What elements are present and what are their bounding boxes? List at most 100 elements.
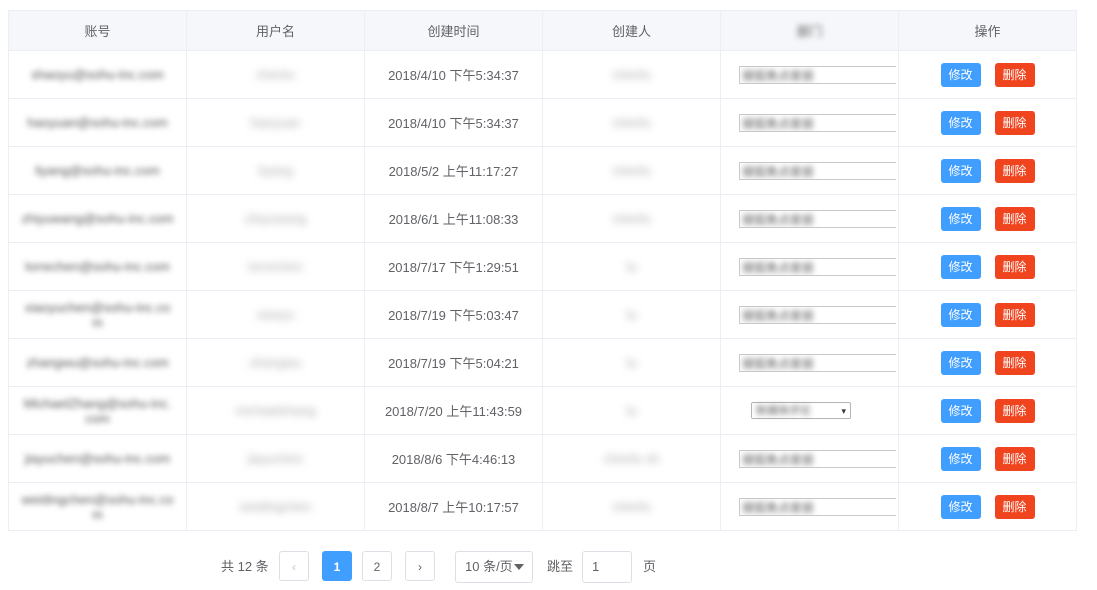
department-field[interactable]: 搜狐焦点家居	[739, 305, 896, 324]
prev-page-button[interactable]: ‹	[279, 551, 309, 581]
department-cell: 搜狐焦点家居	[720, 290, 899, 339]
department-cell: 搜狐焦点家居	[720, 482, 899, 531]
username-text: weidingchen	[239, 499, 312, 514]
created-at-cell: 2018/5/2 上午11:17:27	[364, 146, 543, 195]
delete-button[interactable]: 删除	[994, 350, 1035, 375]
department-field[interactable]: 搜狐焦点家居	[739, 497, 896, 516]
department-select[interactable]: 新媒体评论 ▾	[751, 402, 851, 419]
jump-page-input[interactable]: 1	[582, 551, 632, 583]
created-at-cell: 2018/8/6 下午4:46:13	[364, 434, 543, 483]
department-field[interactable]: 搜狐焦点家居	[739, 257, 896, 276]
department-value: 搜狐焦点家居	[742, 260, 815, 275]
department-cell: 搜狐焦点家居	[720, 146, 899, 195]
table-row: weidingchen@sohu-inc.com weidingchen 2018/…	[8, 482, 1077, 531]
page-unit-label: 页	[643, 559, 657, 574]
actions-cell: 修改 删除	[898, 242, 1077, 291]
next-page-button[interactable]: ›	[405, 551, 435, 581]
delete-button[interactable]: 删除	[994, 446, 1035, 471]
creator-text: chenlu	[612, 67, 651, 82]
account-cell: shaoyu@sohu-inc.com	[8, 50, 187, 99]
created-at-text: 2018/4/10 下午5:34:37	[388, 116, 519, 131]
delete-button[interactable]: 删除	[994, 206, 1035, 231]
username-text: zhiyuwang	[244, 211, 307, 226]
creator-text: chenlu sh	[603, 451, 660, 466]
delete-button[interactable]: 删除	[994, 158, 1035, 183]
department-cell: 搜狐焦点家居	[720, 194, 899, 243]
department-field[interactable]: 搜狐焦点家居	[739, 65, 896, 84]
department-value: 新媒体评论	[756, 405, 811, 417]
creator-text: chenlu	[612, 115, 651, 130]
creator-cell: lu	[542, 290, 721, 339]
table-row: jiayuchen@sohu-inc.com jiayuchen 2018/8/6 …	[8, 434, 1077, 483]
delete-button[interactable]: 删除	[994, 494, 1035, 519]
creator-text: lu	[626, 307, 637, 322]
username-cell: lorrechen	[186, 242, 365, 291]
actions-cell: 修改 删除	[898, 482, 1077, 531]
account-text: liyang@sohu-inc.com	[35, 163, 160, 178]
department-field[interactable]: 搜狐焦点家居	[739, 353, 896, 372]
created-at-cell: 2018/7/20 上午11:43:59	[364, 386, 543, 435]
created-at-text: 2018/7/20 上午11:43:59	[384, 404, 523, 419]
account-text: zhiyuwang@sohu-inc.com	[21, 211, 174, 226]
actions-cell: 修改 删除	[898, 434, 1077, 483]
created-at-cell: 2018/4/10 下午5:34:37	[364, 98, 543, 147]
department-cell: 新媒体评论 ▾	[720, 386, 899, 435]
delete-button[interactable]: 删除	[994, 302, 1035, 327]
edit-button[interactable]: 修改	[940, 302, 981, 327]
page-2-button[interactable]: 2	[362, 551, 392, 581]
edit-button[interactable]: 修改	[940, 110, 981, 135]
department-cell: 搜狐焦点家居	[720, 50, 899, 99]
created-at-text: 2018/7/19 下午5:03:47	[388, 308, 519, 323]
department-value: 搜狐焦点家居	[742, 500, 815, 515]
creator-cell: chenlu	[542, 146, 721, 195]
department-field[interactable]: 搜狐焦点家居	[739, 209, 896, 228]
created-at-text: 2018/8/7 上午10:17:57	[388, 500, 519, 515]
actions-cell: 修改 删除	[898, 194, 1077, 243]
actions-cell: 修改 删除	[898, 386, 1077, 435]
edit-button[interactable]: 修改	[940, 446, 981, 471]
department-field[interactable]: 搜狐焦点家居	[739, 449, 896, 468]
table-row: xiaoyuchen@sohu-inc.com xiaoyu 2018/7/19 下…	[8, 290, 1077, 339]
username-text: zhangwu	[249, 355, 302, 370]
page-size-select[interactable]: 10 条/页	[455, 551, 533, 583]
created-at-text: 2018/8/6 下午4:46:13	[391, 452, 516, 467]
creator-cell: chenlu	[542, 482, 721, 531]
creator-text: chenlu	[612, 163, 651, 178]
page-1-button[interactable]: 1	[322, 551, 352, 581]
created-at-text: 2018/6/1 上午11:08:33	[388, 212, 519, 227]
department-cell: 搜狐焦点家居	[720, 242, 899, 291]
username-text: lorrechen	[248, 259, 303, 274]
department-cell: 搜狐焦点家居	[720, 434, 899, 483]
department-value: 搜狐焦点家居	[742, 68, 815, 83]
created-at-text: 2018/7/19 下午5:04:21	[388, 356, 519, 371]
delete-button[interactable]: 删除	[994, 398, 1035, 423]
table-row: MichaelZhang@sohu-inc.com michaelzhang 201…	[8, 386, 1077, 435]
created-at-cell: 2018/8/7 上午10:17:57	[364, 482, 543, 531]
edit-button[interactable]: 修改	[940, 398, 981, 423]
delete-button[interactable]: 删除	[994, 62, 1035, 87]
department-value: 搜狐焦点家居	[742, 212, 815, 227]
delete-button[interactable]: 删除	[994, 110, 1035, 135]
department-field[interactable]: 搜狐焦点家居	[739, 113, 896, 132]
table-header-row: 账号 用户名 创建时间 创建人 部门 操作	[8, 10, 1077, 51]
account-cell: zhiyuwang@sohu-inc.com	[8, 194, 187, 243]
created-at-cell: 2018/4/10 下午5:34:37	[364, 50, 543, 99]
created-at-cell: 2018/7/19 下午5:04:21	[364, 338, 543, 387]
delete-button[interactable]: 删除	[994, 254, 1035, 279]
edit-button[interactable]: 修改	[940, 494, 981, 519]
creator-cell: lu	[542, 386, 721, 435]
created-at-cell: 2018/7/19 下午5:03:47	[364, 290, 543, 339]
department-value: 搜狐焦点家居	[742, 452, 815, 467]
edit-button[interactable]: 修改	[940, 350, 981, 375]
creator-cell: lu	[542, 242, 721, 291]
header-username: 用户名	[186, 10, 365, 51]
edit-button[interactable]: 修改	[940, 206, 981, 231]
edit-button[interactable]: 修改	[940, 62, 981, 87]
edit-button[interactable]: 修改	[940, 254, 981, 279]
edit-button[interactable]: 修改	[940, 158, 981, 183]
department-field[interactable]: 搜狐焦点家居	[739, 161, 896, 180]
account-cell: lorrechen@sohu-inc.com	[8, 242, 187, 291]
department-value: 搜狐焦点家居	[742, 356, 815, 371]
account-cell: MichaelZhang@sohu-inc.com	[8, 386, 187, 435]
creator-cell: lu	[542, 338, 721, 387]
